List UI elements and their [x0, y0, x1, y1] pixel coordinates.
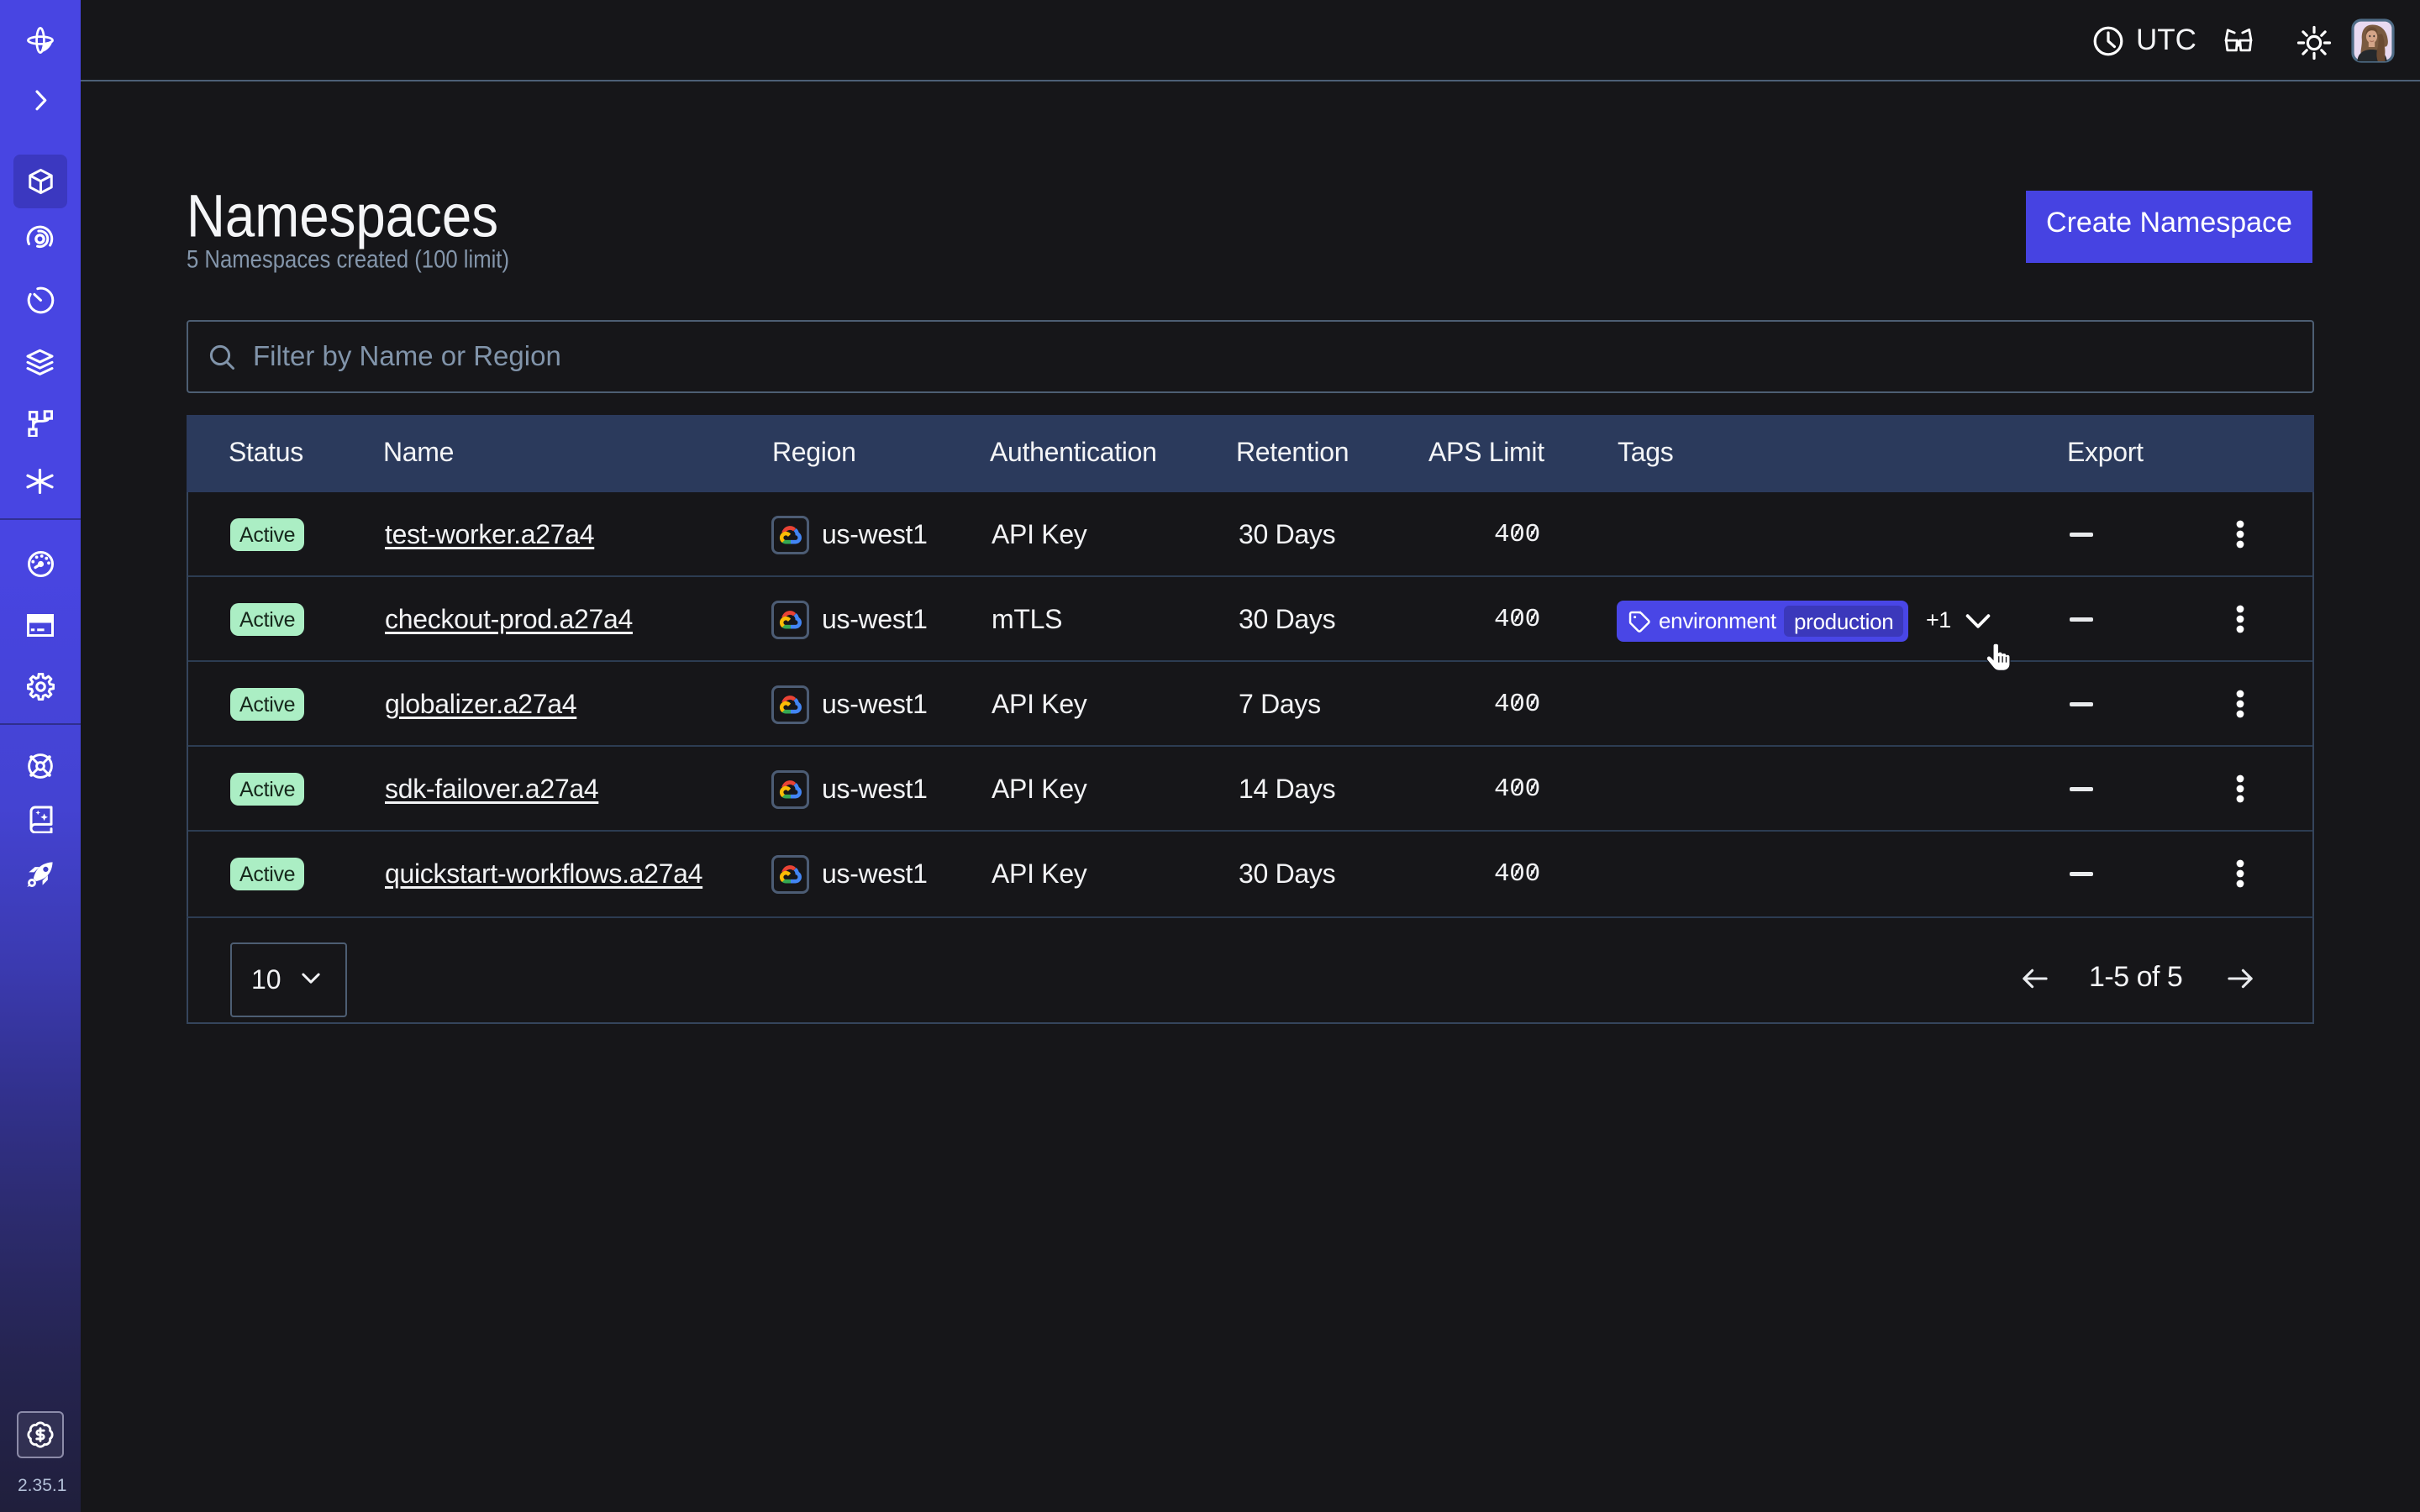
svg-text:5 Namespaces created (100 limi: 5 Namespaces created (100 limit) [187, 246, 509, 274]
svg-text:Namespaces: Namespaces [187, 183, 498, 249]
